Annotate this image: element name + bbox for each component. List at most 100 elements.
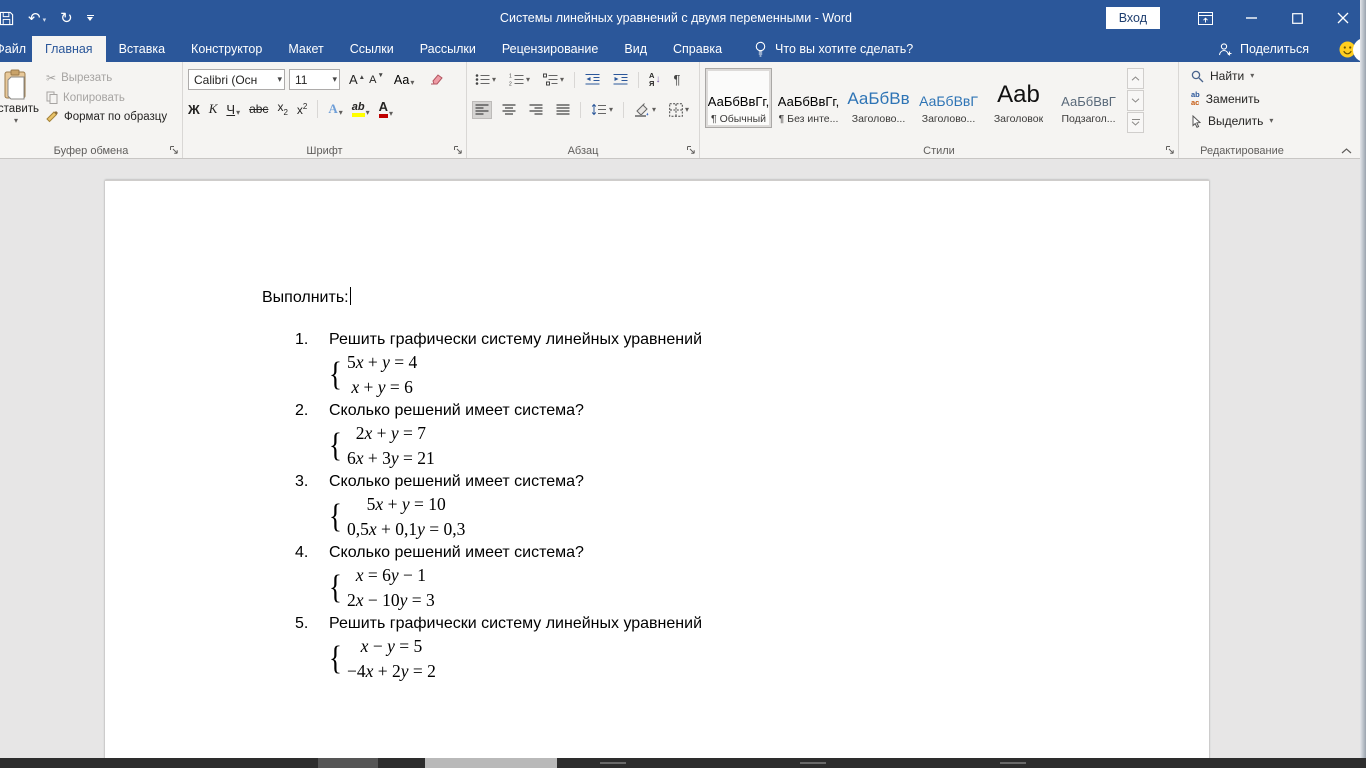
tab-view[interactable]: Вид [611,36,660,62]
style-label: Заголово... [921,113,976,125]
subscript-mark: 2 [283,107,288,117]
decrease-indent-button[interactable] [582,70,603,89]
tab-help[interactable]: Справка [660,36,735,62]
strikethrough-button[interactable]: abc [249,102,268,116]
show-marks-button[interactable]: ¶ [670,69,683,90]
bullets-button[interactable]: ▾ [472,70,499,89]
change-case-button[interactable]: Аа ▾ [394,73,414,87]
underline-dropdown-icon[interactable]: ▾ [236,108,240,117]
justify-button[interactable] [553,101,573,119]
clear-formatting-button[interactable] [428,73,444,86]
borders-icon [669,102,683,117]
tab-file[interactable]: Файл [0,36,32,62]
task-text: Решить графически систему линейных уравн… [329,331,702,348]
maximize-button[interactable] [1274,0,1320,36]
font-dialog-launcher[interactable] [453,145,463,155]
multilevel-list-button[interactable]: ▾ [540,70,567,89]
paragraph-dialog-launcher[interactable] [686,145,696,155]
tab-references[interactable]: Ссылки [337,36,407,62]
shrink-font-button[interactable]: А ▼ [369,73,384,86]
font-name-dropdown-icon[interactable]: ▾ [277,75,282,84]
tab-insert[interactable]: Вставка [106,36,178,62]
tab-mailings[interactable]: Рассылки [407,36,489,62]
font-color-button[interactable]: А ▾ [378,99,393,119]
highlight-icon: ab [351,101,365,118]
screen-right-edge [1360,0,1366,758]
font-color-dropdown-icon[interactable]: ▾ [389,110,393,118]
redo-icon[interactable]: ↻ [60,10,73,26]
task-number: 2. [295,402,309,419]
group-label-styles: Стили [923,145,955,157]
tell-me-box[interactable]: Что вы хотите сделать? [755,36,913,62]
select-dropdown-icon[interactable]: ▾ [1269,117,1273,125]
share-button[interactable]: Поделиться [1218,36,1309,62]
superscript-button[interactable]: x2 [297,101,307,117]
italic-button[interactable]: К [209,101,218,117]
task-item-2: 2. Сколько решений имеет система? { 2x +… [262,402,1169,470]
styles-dialog-launcher[interactable] [1165,145,1175,155]
ribbon-display-options-button[interactable] [1182,0,1228,36]
clipboard-dialog-launcher[interactable] [169,145,179,155]
find-button[interactable]: Найти ▾ [1191,69,1300,83]
style-card-no-spacing[interactable]: АаБбВвГг, ¶ Без инте... [775,68,842,128]
replace-icon: ab ac [1191,90,1200,107]
find-dropdown-icon[interactable]: ▾ [1250,72,1254,80]
borders-button[interactable]: ▾ [666,100,692,120]
customize-qat-button[interactable] [86,15,94,21]
style-card-heading2[interactable]: АаБбВвГ Заголово... [915,68,982,128]
eraser-icon [431,74,444,85]
document-area[interactable]: Выполнить: 1. Решить графически систему … [0,159,1366,758]
increase-indent-button[interactable] [610,70,631,89]
style-preview: АаБбВвГ [1061,94,1116,109]
paste-button[interactable]: Вставить ▾ [0,69,42,140]
borders-dropdown-icon[interactable]: ▾ [685,105,689,114]
paste-dropdown-icon[interactable]: ▾ [14,117,18,125]
grow-font-button[interactable]: А ▲ [349,72,365,87]
undo-button[interactable]: ↶ ▾ [28,10,47,26]
cut-button: ✂ Вырезать [46,71,167,85]
style-card-normal[interactable]: АаБбВвГг, ¶ Обычный [705,68,772,128]
replace-button[interactable]: ab ac Заменить [1191,91,1300,106]
align-right-button[interactable] [526,101,546,119]
style-card-heading1[interactable]: АаБбВв Заголово... [845,68,912,128]
equation-line: −4x + 2y = 2 [346,660,436,681]
tab-design[interactable]: Конструктор [178,36,275,62]
style-card-title[interactable]: Аab Заголовок [985,68,1052,128]
font-name-combobox[interactable]: Calibri (Осн ▾ [188,69,285,90]
format-painter-button[interactable]: Формат по образцу [46,110,167,123]
align-left-button[interactable] [472,100,492,119]
font-size-dropdown-icon[interactable]: ▾ [332,75,337,84]
save-icon[interactable] [0,11,14,26]
sort-button[interactable]: АЯ ↓ [646,69,663,91]
equation-line: 0,5x + 0,1y = 0,3 [346,518,466,539]
document-page[interactable]: Выполнить: 1. Решить графически систему … [105,180,1209,758]
underline-button[interactable]: Ч ▾ [226,102,240,117]
line-spacing-button[interactable]: ▾ [588,100,616,119]
styles-gallery-more-button[interactable] [1127,112,1144,133]
collapse-ribbon-button[interactable] [1341,148,1352,154]
font-size-combobox[interactable]: 11 ▾ [289,69,340,90]
align-center-button[interactable] [499,101,519,119]
style-card-subtitle[interactable]: АаБбВвГ Подзагол... [1055,68,1122,128]
tab-review[interactable]: Рецензирование [489,36,612,62]
bold-button[interactable]: Ж [188,102,200,117]
styles-scroll-up-button[interactable] [1127,68,1144,89]
grow-font-arrow-icon: ▲ [358,73,366,81]
numbering-button[interactable]: 12 ▾ [506,70,533,89]
sign-in-button[interactable]: Вход [1105,7,1160,29]
font-name-value: Calibri (Осн [194,72,258,87]
tab-layout[interactable]: Макет [275,36,336,62]
text-effects-button[interactable]: А ▾ [328,101,342,117]
highlight-dropdown-icon[interactable]: ▾ [366,109,370,117]
highlight-color-button[interactable]: ab ▾ [351,101,370,118]
ribbon-tab-bar: Файл Главная Вставка Конструктор Макет С… [0,36,1366,62]
tab-home[interactable]: Главная [32,36,106,62]
subscript-button[interactable]: x2 [277,100,287,117]
select-button[interactable]: Выделить ▾ [1191,114,1300,128]
shading-dropdown-icon[interactable]: ▾ [652,105,656,114]
undo-dropdown-icon[interactable]: ▾ [43,17,47,26]
styles-scroll-down-button[interactable] [1127,90,1144,111]
minimize-button[interactable] [1228,0,1274,36]
grow-font-label: А [349,72,358,87]
shading-button[interactable]: ▾ [631,100,659,120]
